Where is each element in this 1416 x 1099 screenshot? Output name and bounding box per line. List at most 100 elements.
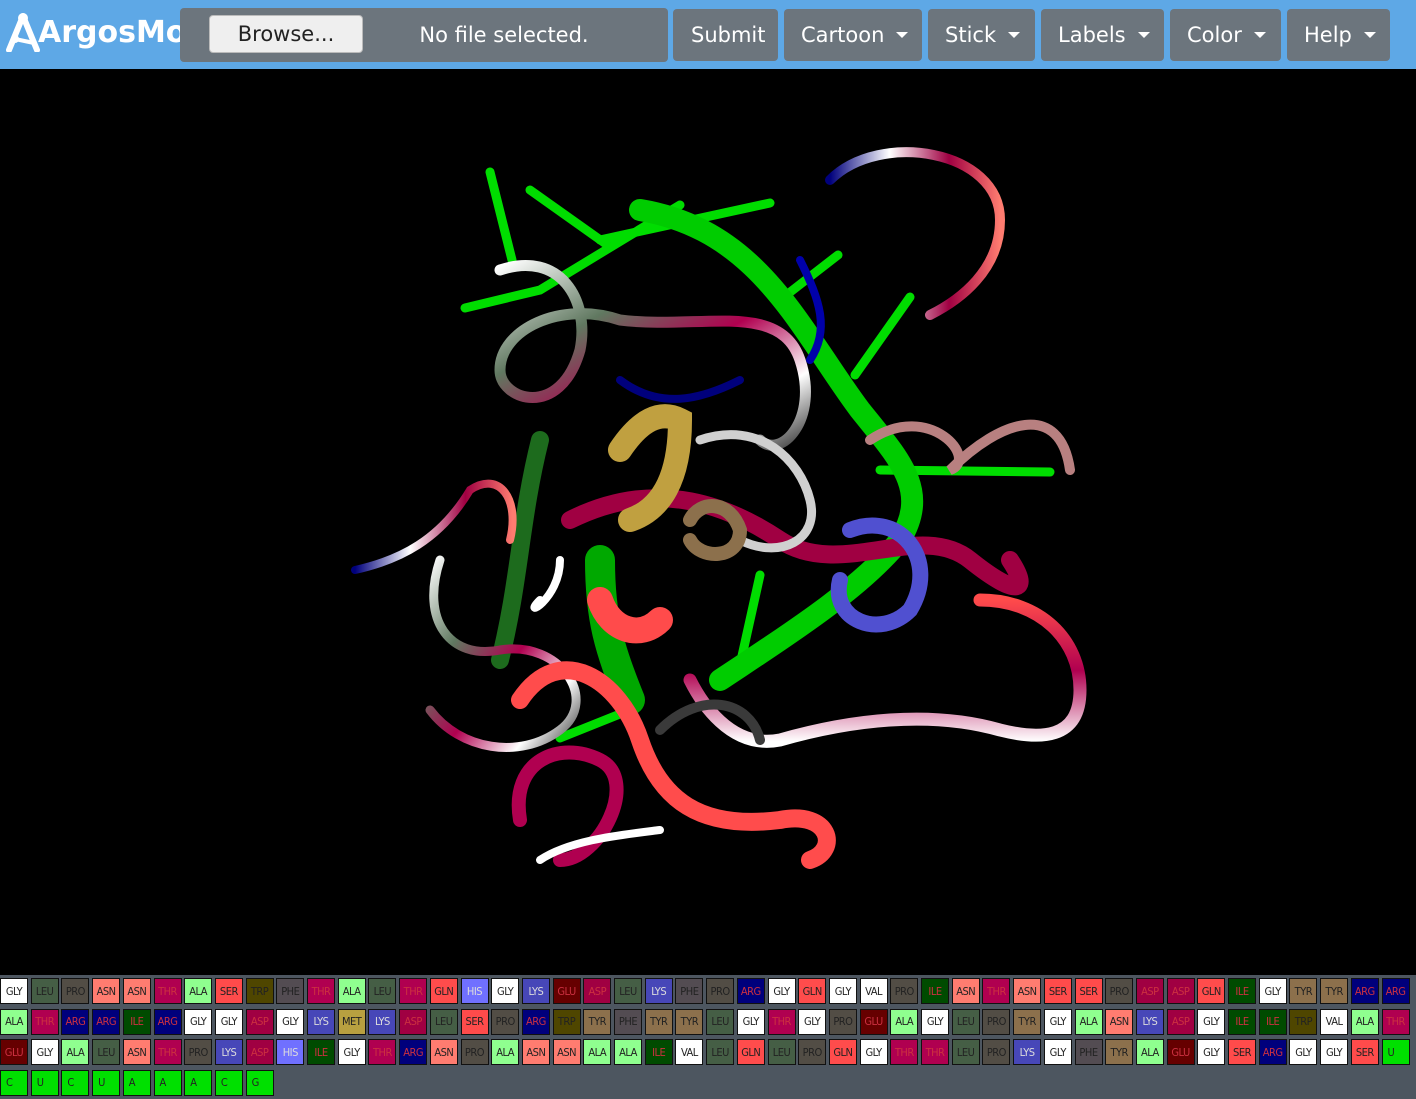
residue-asn[interactable]: ASN <box>122 1039 151 1065</box>
residue-arg[interactable]: ARG <box>1350 978 1379 1004</box>
residue-ala[interactable]: ALA <box>1350 1008 1379 1035</box>
residue-gly[interactable]: GLY <box>184 1008 213 1035</box>
residue-asn[interactable]: ASN <box>122 978 151 1004</box>
residue-arg[interactable]: ARG <box>153 1008 182 1035</box>
residue-ile[interactable]: ILE <box>1228 1008 1256 1035</box>
residue-tyr[interactable]: TYR <box>1013 1008 1042 1035</box>
residue-thr[interactable]: THR <box>30 1008 59 1035</box>
residue-gly[interactable]: GLY <box>1043 1039 1072 1065</box>
residue-asn[interactable]: ASN <box>1013 978 1042 1004</box>
residue-pro[interactable]: PRO <box>184 1039 213 1065</box>
residue-tyr[interactable]: TYR <box>644 1008 673 1035</box>
residue-leu[interactable]: LEU <box>706 1039 735 1065</box>
residue-lys[interactable]: LYS <box>1013 1039 1042 1065</box>
residue-gly[interactable]: GLY <box>859 1039 888 1065</box>
residue-lys[interactable]: LYS <box>307 1008 335 1035</box>
residue-gly[interactable]: GLY <box>921 1008 949 1035</box>
residue-gln[interactable]: GLN <box>1197 978 1226 1004</box>
residue-thr[interactable]: THR <box>399 978 428 1004</box>
residue-a[interactable]: A <box>122 1069 151 1096</box>
residue-gly[interactable]: GLY <box>767 978 796 1004</box>
residue-ala[interactable]: ALA <box>61 1039 90 1065</box>
residue-gly[interactable]: GLY <box>798 1008 827 1035</box>
residue-pro[interactable]: PRO <box>982 1039 1011 1065</box>
residue-asn[interactable]: ASN <box>92 978 121 1004</box>
residue-leu[interactable]: LEU <box>368 978 397 1004</box>
residue-his[interactable]: HIS <box>460 978 489 1004</box>
residue-gly[interactable]: GLY <box>30 1039 59 1065</box>
residue-arg[interactable]: ARG <box>92 1008 121 1035</box>
residue-thr[interactable]: THR <box>767 1008 796 1035</box>
residue-glu[interactable]: GLU <box>552 978 581 1004</box>
residue-thr[interactable]: THR <box>1381 1008 1410 1035</box>
residue-his[interactable]: HIS <box>276 1039 305 1065</box>
residue-pro[interactable]: PRO <box>1105 978 1134 1004</box>
residue-gly[interactable]: GLY <box>0 978 28 1004</box>
residue-gln[interactable]: GLN <box>798 978 827 1004</box>
residue-asn[interactable]: ASN <box>552 1039 581 1065</box>
residue-thr[interactable]: THR <box>307 978 335 1004</box>
residue-val[interactable]: VAL <box>859 978 888 1004</box>
residue-c[interactable]: C <box>0 1069 28 1096</box>
residue-ala[interactable]: ALA <box>890 1008 919 1035</box>
residue-ser[interactable]: SER <box>1074 978 1103 1004</box>
residue-ile[interactable]: ILE <box>644 1039 673 1065</box>
residue-gly[interactable]: GLY <box>1197 1008 1226 1035</box>
residue-gly[interactable]: GLY <box>1197 1039 1226 1065</box>
residue-tyr[interactable]: TYR <box>1320 978 1349 1004</box>
residue-thr[interactable]: THR <box>890 1039 919 1065</box>
residue-trp[interactable]: TRP <box>552 1008 581 1035</box>
residue-thr[interactable]: THR <box>982 978 1011 1004</box>
browse-button[interactable]: Browse... <box>209 15 363 53</box>
residue-pro[interactable]: PRO <box>890 978 919 1004</box>
residue-val[interactable]: VAL <box>1320 1008 1349 1035</box>
brand-logo[interactable]: ArgosMol <box>6 9 197 55</box>
color-menu-button[interactable]: Color <box>1170 9 1281 61</box>
residue-ile[interactable]: ILE <box>921 978 949 1004</box>
residue-lys[interactable]: LYS <box>214 1039 243 1065</box>
residue-lys[interactable]: LYS <box>1135 1008 1164 1035</box>
residue-ala[interactable]: ALA <box>1074 1008 1103 1035</box>
residue-thr[interactable]: THR <box>153 1039 182 1065</box>
labels-menu-button[interactable]: Labels <box>1041 9 1164 61</box>
residue-tyr[interactable]: TYR <box>1289 978 1318 1004</box>
residue-glu[interactable]: GLU <box>859 1008 888 1035</box>
residue-ser[interactable]: SER <box>460 1008 489 1035</box>
residue-tyr[interactable]: TYR <box>583 1008 612 1035</box>
residue-ser[interactable]: SER <box>1043 978 1072 1004</box>
residue-gly[interactable]: GLY <box>1289 1039 1318 1065</box>
submit-button[interactable]: Submit <box>673 9 778 61</box>
residue-pro[interactable]: PRO <box>706 978 735 1004</box>
residue-gly[interactable]: GLY <box>337 1039 366 1065</box>
residue-glu[interactable]: GLU <box>0 1039 28 1065</box>
residue-lys[interactable]: LYS <box>368 1008 397 1035</box>
help-menu-button[interactable]: Help <box>1287 9 1390 61</box>
residue-asp[interactable]: ASP <box>1135 978 1164 1004</box>
residue-pro[interactable]: PRO <box>798 1039 827 1065</box>
residue-asp[interactable]: ASP <box>245 1008 274 1035</box>
residue-ile[interactable]: ILE <box>122 1008 151 1035</box>
molecule-viewer-canvas[interactable] <box>0 69 1416 975</box>
residue-ala[interactable]: ALA <box>184 978 213 1004</box>
residue-asn[interactable]: ASN <box>951 978 980 1004</box>
residue-gly[interactable]: GLY <box>1258 978 1287 1004</box>
residue-ala[interactable]: ALA <box>1135 1039 1164 1065</box>
residue-trp[interactable]: TRP <box>1289 1008 1318 1035</box>
residue-gly[interactable]: GLY <box>828 978 857 1004</box>
stick-menu-button[interactable]: Stick <box>928 9 1035 61</box>
residue-tyr[interactable]: TYR <box>1105 1039 1134 1065</box>
cartoon-menu-button[interactable]: Cartoon <box>784 9 922 61</box>
residue-gly[interactable]: GLY <box>1043 1008 1072 1035</box>
residue-leu[interactable]: LEU <box>614 978 642 1004</box>
residue-asp[interactable]: ASP <box>399 1008 428 1035</box>
residue-pro[interactable]: PRO <box>61 978 90 1004</box>
residue-lys[interactable]: LYS <box>644 978 673 1004</box>
residue-u[interactable]: U <box>1381 1039 1410 1065</box>
residue-gln[interactable]: GLN <box>429 978 458 1004</box>
residue-pro[interactable]: PRO <box>828 1008 857 1035</box>
residue-ser[interactable]: SER <box>214 978 243 1004</box>
residue-arg[interactable]: ARG <box>521 1008 550 1035</box>
residue-gln[interactable]: GLN <box>828 1039 857 1065</box>
residue-a[interactable]: A <box>184 1069 213 1096</box>
residue-asn[interactable]: ASN <box>521 1039 550 1065</box>
